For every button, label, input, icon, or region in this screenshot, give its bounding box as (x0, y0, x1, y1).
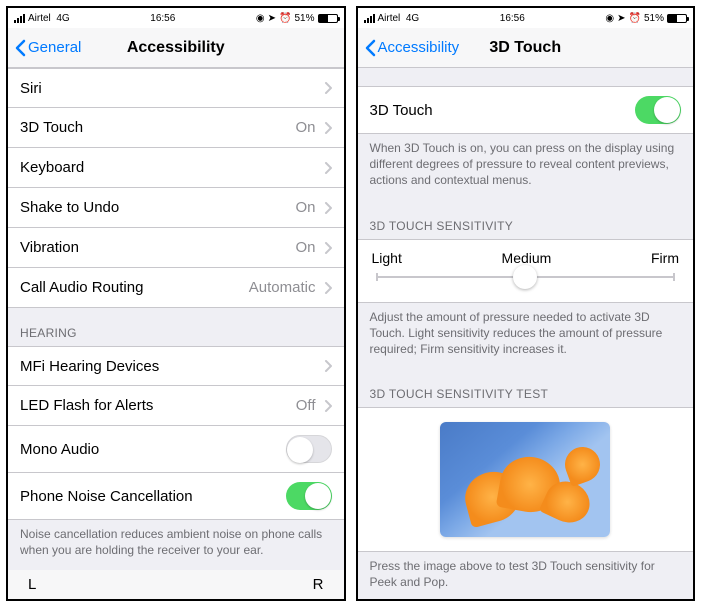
section-header-sensitivity-test: 3D TOUCH SENSITIVITY TEST (358, 369, 694, 407)
nav-bar: Accessibility 3D Touch (358, 28, 694, 68)
clock-label: 16:56 (419, 13, 605, 24)
chevron-right-icon (324, 242, 332, 254)
sensitivity-test-footer: Press the image above to test 3D Touch s… (358, 552, 694, 599)
row-shake-to-undo[interactable]: Shake to Undo On (8, 188, 344, 228)
noise-cancellation-toggle[interactable] (286, 482, 332, 510)
battery-pct-label: 51% (644, 13, 664, 24)
row-noise-cancellation[interactable]: Phone Noise Cancellation (8, 473, 344, 520)
section-header-sensitivity: 3D TOUCH SENSITIVITY (358, 201, 694, 239)
status-bar: Airtel 4G 16:56 ◉ ➤ ⏰ 51% (8, 8, 344, 28)
chevron-left-icon (14, 39, 26, 57)
back-label: General (28, 39, 81, 56)
chevron-right-icon (324, 162, 332, 174)
settings-scroll[interactable]: Siri 3D Touch On Keyboard Shake to Undo … (8, 68, 344, 599)
phone-3d-touch: Airtel 4G 16:56 ◉ ➤ ⏰ 51% Accessibility … (356, 6, 696, 601)
sensitivity-slider[interactable] (376, 276, 676, 278)
signal-icon (14, 14, 25, 23)
chevron-left-icon (364, 39, 376, 57)
do-not-disturb-icon: ◉ (256, 13, 265, 24)
row-mono-audio[interactable]: Mono Audio (8, 426, 344, 473)
chevron-right-icon (324, 82, 332, 94)
row-value: Off (296, 397, 316, 414)
3d-touch-description: When 3D Touch is on, you can press on th… (358, 134, 694, 201)
row-keyboard[interactable]: Keyboard (8, 148, 344, 188)
chevron-right-icon (324, 400, 332, 412)
back-button[interactable]: General (8, 39, 87, 57)
location-icon: ➤ (617, 13, 625, 24)
chevron-right-icon (324, 202, 332, 214)
row-value: On (295, 239, 315, 256)
battery-pct-label: 51% (294, 13, 314, 24)
network-label: 4G (56, 13, 69, 24)
row-label: Phone Noise Cancellation (20, 488, 193, 505)
status-right: ◉ ➤ ⏰ 51% (256, 13, 338, 24)
row-label: Siri (20, 80, 42, 97)
row-3d-touch-toggle[interactable]: 3D Touch (358, 86, 694, 134)
row-label: Shake to Undo (20, 199, 119, 216)
section-header-hearing: HEARING (8, 308, 344, 346)
row-label: Vibration (20, 239, 79, 256)
row-label: MFi Hearing Devices (20, 358, 159, 375)
back-label: Accessibility (378, 39, 460, 56)
chevron-right-icon (324, 122, 332, 134)
battery-icon (667, 14, 687, 23)
balance-row: L R (8, 570, 344, 599)
signal-icon (364, 14, 375, 23)
network-label: 4G (406, 13, 419, 24)
alarm-icon: ⏰ (629, 13, 641, 24)
carrier-label: Airtel (378, 13, 401, 24)
back-button[interactable]: Accessibility (358, 39, 466, 57)
clock-label: 16:56 (70, 13, 256, 24)
row-label: Call Audio Routing (20, 279, 143, 296)
sensitivity-slider-row: Light Medium Firm (358, 239, 694, 303)
row-siri[interactable]: Siri (8, 68, 344, 108)
row-led-flash[interactable]: LED Flash for Alerts Off (8, 386, 344, 426)
battery-icon (318, 14, 338, 23)
slider-knob[interactable] (513, 265, 537, 289)
3d-touch-toggle[interactable] (635, 96, 681, 124)
row-value: On (295, 199, 315, 216)
status-bar: Airtel 4G 16:56 ◉ ➤ ⏰ 51% (358, 8, 694, 28)
noise-cancellation-footer: Noise cancellation reduces ambient noise… (8, 520, 344, 570)
chevron-right-icon (324, 360, 332, 372)
sensitivity-test-area (358, 407, 694, 552)
sensitivity-light-label: Light (372, 250, 402, 266)
phone-accessibility: Airtel 4G 16:56 ◉ ➤ ⏰ 51% General Access… (6, 6, 346, 601)
settings-scroll[interactable]: 3D Touch When 3D Touch is on, you can pr… (358, 68, 694, 599)
row-label: 3D Touch (370, 102, 433, 119)
nav-bar: General Accessibility (8, 28, 344, 68)
row-label: LED Flash for Alerts (20, 397, 153, 414)
sensitivity-firm-label: Firm (651, 250, 679, 266)
row-label: Keyboard (20, 159, 84, 176)
mono-audio-toggle[interactable] (286, 435, 332, 463)
row-3d-touch[interactable]: 3D Touch On (8, 108, 344, 148)
row-label: Mono Audio (20, 441, 99, 458)
sensitivity-medium-label: Medium (502, 250, 552, 266)
row-vibration[interactable]: Vibration On (8, 228, 344, 268)
status-right: ◉ ➤ ⏰ 51% (605, 13, 687, 24)
row-value: Automatic (249, 279, 316, 296)
row-mfi-hearing[interactable]: MFi Hearing Devices (8, 346, 344, 386)
sensitivity-footer: Adjust the amount of pressure needed to … (358, 303, 694, 370)
location-icon: ➤ (268, 13, 276, 24)
chevron-right-icon (324, 282, 332, 294)
sensitivity-test-image[interactable] (440, 422, 610, 537)
row-call-audio-routing[interactable]: Call Audio Routing Automatic (8, 268, 344, 308)
row-value: On (295, 119, 315, 136)
carrier-label: Airtel (28, 13, 51, 24)
row-label: 3D Touch (20, 119, 83, 136)
balance-right-label: R (313, 576, 324, 593)
alarm-icon: ⏰ (279, 13, 291, 24)
balance-left-label: L (28, 576, 36, 593)
do-not-disturb-icon: ◉ (605, 13, 614, 24)
